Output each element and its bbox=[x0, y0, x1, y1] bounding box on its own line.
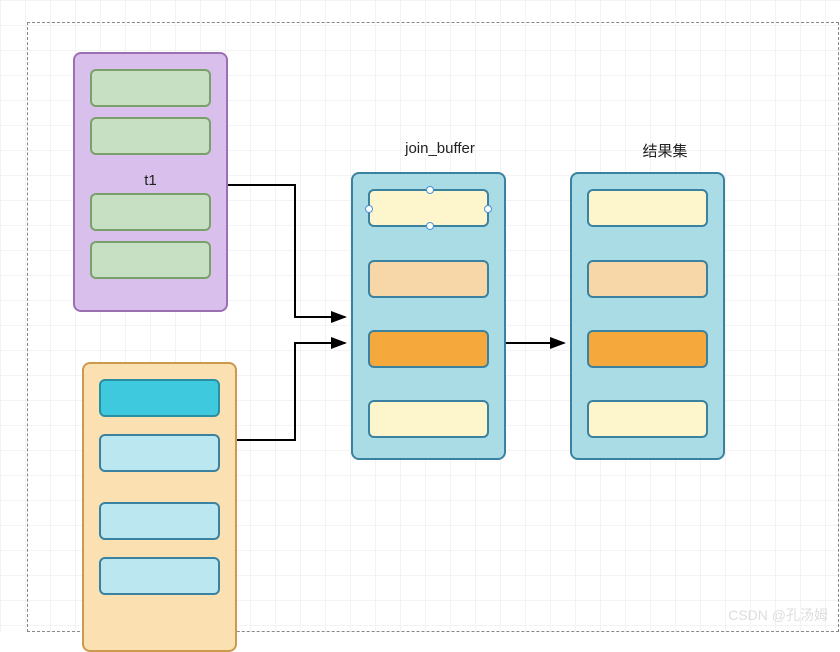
result-row[interactable] bbox=[587, 189, 708, 227]
t1-row[interactable] bbox=[90, 241, 211, 279]
selection-handle-icon[interactable] bbox=[426, 186, 434, 194]
result-row[interactable] bbox=[587, 330, 708, 368]
t2-row[interactable] bbox=[99, 379, 220, 417]
box-join-buffer[interactable] bbox=[351, 172, 506, 460]
watermark: CSDN @孔汤姆 bbox=[728, 605, 828, 625]
t2-row[interactable] bbox=[99, 502, 220, 540]
join-buffer-row[interactable] bbox=[368, 400, 489, 438]
t2-row[interactable] bbox=[99, 434, 220, 472]
t2-row[interactable] bbox=[99, 557, 220, 595]
t1-label: t1 bbox=[75, 172, 226, 189]
box-t2[interactable] bbox=[82, 362, 237, 652]
box-t1[interactable]: t1 bbox=[73, 52, 228, 312]
result-row[interactable] bbox=[587, 260, 708, 298]
join-buffer-row-selected[interactable] bbox=[368, 189, 489, 227]
selection-handle-icon[interactable] bbox=[365, 205, 373, 213]
join-buffer-row[interactable] bbox=[368, 260, 489, 298]
result-row[interactable] bbox=[587, 400, 708, 438]
join-buffer-label: join_buffer bbox=[380, 140, 500, 157]
t1-row[interactable] bbox=[90, 117, 211, 155]
result-set-label: 结果集 bbox=[605, 140, 725, 161]
t1-row[interactable] bbox=[90, 69, 211, 107]
t1-row[interactable] bbox=[90, 193, 211, 231]
join-buffer-row[interactable] bbox=[368, 330, 489, 368]
selection-handle-icon[interactable] bbox=[484, 205, 492, 213]
box-result-set[interactable] bbox=[570, 172, 725, 460]
selection-handle-icon[interactable] bbox=[426, 222, 434, 230]
